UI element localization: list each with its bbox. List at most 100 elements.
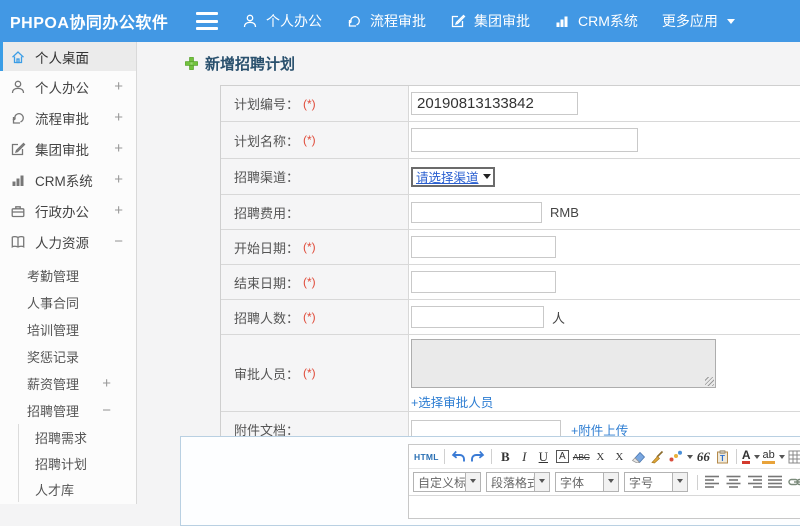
collapse-icon[interactable]: − xyxy=(114,233,123,250)
sidebar-item-12[interactable]: 薪资管理 + xyxy=(0,370,136,397)
resize-grip-icon[interactable] xyxy=(705,377,714,386)
expand-icon[interactable]: + xyxy=(114,202,123,219)
paste-plain-button[interactable]: T xyxy=(714,448,731,466)
sidebar-item-3[interactable]: 流程审批 + xyxy=(0,102,136,133)
expand-icon[interactable]: + xyxy=(114,171,123,188)
sidebar-item-13[interactable]: 招聘管理 − xyxy=(0,397,136,424)
toolbar-separator xyxy=(490,449,492,464)
bar-chart-icon xyxy=(554,13,571,30)
superscript-button[interactable]: X xyxy=(592,448,609,466)
sidebar-item-6[interactable]: 行政办公 + xyxy=(0,195,136,226)
required-marker: (*) xyxy=(303,310,316,324)
required-marker: (*) xyxy=(303,366,316,380)
insert-table-icon xyxy=(788,450,800,464)
font-size-select[interactable]: 字号 xyxy=(624,472,688,492)
collapse-icon[interactable]: − xyxy=(102,402,111,419)
field-label: 招聘渠道： xyxy=(234,170,300,185)
start-date-input[interactable] xyxy=(411,236,556,258)
paragraph-format-value: 段落格式 xyxy=(491,475,534,490)
plan-name-input[interactable] xyxy=(411,128,638,152)
align-justify-button[interactable] xyxy=(767,473,784,491)
topnav-item-5[interactable]: 更多应用 xyxy=(662,11,735,31)
sidebar-item-2[interactable]: 个人办公 + xyxy=(0,71,136,102)
page-title: 新增招聘计划 xyxy=(205,56,296,73)
topnav-item-4[interactable]: CRM系统 xyxy=(554,11,638,31)
char-border-button[interactable]: A xyxy=(554,448,571,466)
workflow-icon xyxy=(10,110,27,126)
field-label: 计划编号： xyxy=(234,97,300,112)
format-brush-button[interactable] xyxy=(649,448,666,466)
topnav-item-1[interactable]: 个人办公 xyxy=(242,11,322,31)
redo-button[interactable] xyxy=(469,448,486,466)
sidebar-item-14[interactable]: 招聘需求 xyxy=(19,424,136,450)
rich-text-editor: HTMLBIUAABCXX66TAab 自定义标题段落格式字体字号 xyxy=(408,444,800,519)
sidebar-item-15[interactable]: 招聘计划 xyxy=(19,450,136,476)
align-center-button[interactable] xyxy=(725,473,742,491)
font-color-button[interactable]: A xyxy=(741,448,761,466)
sidebar-item-16[interactable]: 人才库 xyxy=(19,476,136,502)
field-label: 计划名称： xyxy=(234,133,300,149)
toolbar-separator xyxy=(697,474,698,490)
sidebar-item-label: 薪资管理 xyxy=(27,377,80,392)
special-symbol-button[interactable] xyxy=(668,448,693,466)
end-date-input[interactable] xyxy=(411,271,556,293)
approvers-textarea[interactable] xyxy=(411,339,716,388)
caret-down-icon xyxy=(754,454,761,462)
custom-title-select[interactable]: 自定义标题 xyxy=(413,472,481,492)
choose-approvers-link[interactable]: +选择审批人员 xyxy=(411,392,493,411)
sidebar-item-4[interactable]: 集团审批 + xyxy=(0,133,136,164)
format-brush-icon xyxy=(650,450,664,464)
undo-button[interactable] xyxy=(450,448,467,466)
sidebar-item-5[interactable]: CRM系统 + xyxy=(0,164,136,195)
edit-square-icon xyxy=(10,141,27,157)
underline-button[interactable]: U xyxy=(535,448,552,466)
sidebar-item-11[interactable]: 奖惩记录 xyxy=(0,343,136,370)
form-row-recruit-channel: 招聘渠道： 请选择渠道 xyxy=(221,159,800,195)
recruit-plan-form: 计划编号：(*)计划名称：(*)招聘渠道：请选择渠道招聘费用：RMB开始日期：(… xyxy=(220,85,800,446)
sidebar-item-1[interactable]: 个人桌面 xyxy=(0,42,136,71)
insert-link-icon xyxy=(788,476,800,488)
sidebar-item-label: 奖惩记录 xyxy=(27,350,80,365)
topnav-item-3[interactable]: 集团审批 xyxy=(450,11,530,31)
field-label: 招聘人数： xyxy=(234,310,300,326)
html-source-button[interactable]: HTML xyxy=(414,448,439,466)
sidebar-item-label: 流程审批 xyxy=(35,111,89,127)
sidebar-item-9[interactable]: 人事合同 xyxy=(0,289,136,316)
bold-button[interactable]: B xyxy=(497,448,514,466)
channel-select[interactable]: 请选择渠道 xyxy=(411,166,495,187)
strikethrough-button[interactable]: ABC xyxy=(573,448,590,466)
topbar: PHPOA协同办公软件 个人办公 流程审批 集团审批 CRM系统 更多应用 xyxy=(0,0,800,42)
font-family-select[interactable]: 字体 xyxy=(555,472,619,492)
sidebar-item-label: CRM系统 xyxy=(35,173,93,189)
subscript-button[interactable]: X xyxy=(611,448,628,466)
paragraph-format-select[interactable]: 段落格式 xyxy=(486,472,550,492)
expand-icon[interactable]: + xyxy=(114,78,123,95)
insert-link-button[interactable] xyxy=(788,473,800,491)
back-color-button[interactable]: ab xyxy=(762,448,785,466)
menu-toggle-icon[interactable] xyxy=(196,12,218,30)
eraser-button[interactable] xyxy=(630,448,647,466)
sidebar-item-10[interactable]: 培训管理 xyxy=(0,316,136,343)
blockquote-button[interactable]: 66 xyxy=(695,448,712,466)
topnav-label: 集团审批 xyxy=(474,13,530,29)
topnav-item-2[interactable]: 流程审批 xyxy=(346,11,426,31)
recruit-count-input[interactable] xyxy=(411,306,544,328)
expand-icon[interactable]: + xyxy=(102,375,111,392)
sidebar-item-7[interactable]: 人力资源 − xyxy=(0,226,136,257)
sidebar-item-label: 人力资源 xyxy=(35,235,89,251)
home-icon xyxy=(10,49,27,65)
plan-number-input[interactable] xyxy=(411,92,578,115)
font-color-label: A xyxy=(741,448,751,464)
editor-content-area[interactable] xyxy=(409,496,800,518)
sidebar-item-8[interactable]: 考勤管理 xyxy=(0,262,136,289)
recruit-fee-input[interactable] xyxy=(411,201,542,223)
insert-table-button[interactable] xyxy=(787,448,800,466)
field-label: 开始日期： xyxy=(234,240,300,256)
expand-icon[interactable]: + xyxy=(114,140,123,157)
italic-button[interactable]: I xyxy=(516,448,533,466)
align-right-button[interactable] xyxy=(746,473,763,491)
align-left-button[interactable] xyxy=(704,473,721,491)
required-marker: (*) xyxy=(303,240,316,254)
expand-icon[interactable]: + xyxy=(114,109,123,126)
align-left-icon xyxy=(705,475,720,489)
